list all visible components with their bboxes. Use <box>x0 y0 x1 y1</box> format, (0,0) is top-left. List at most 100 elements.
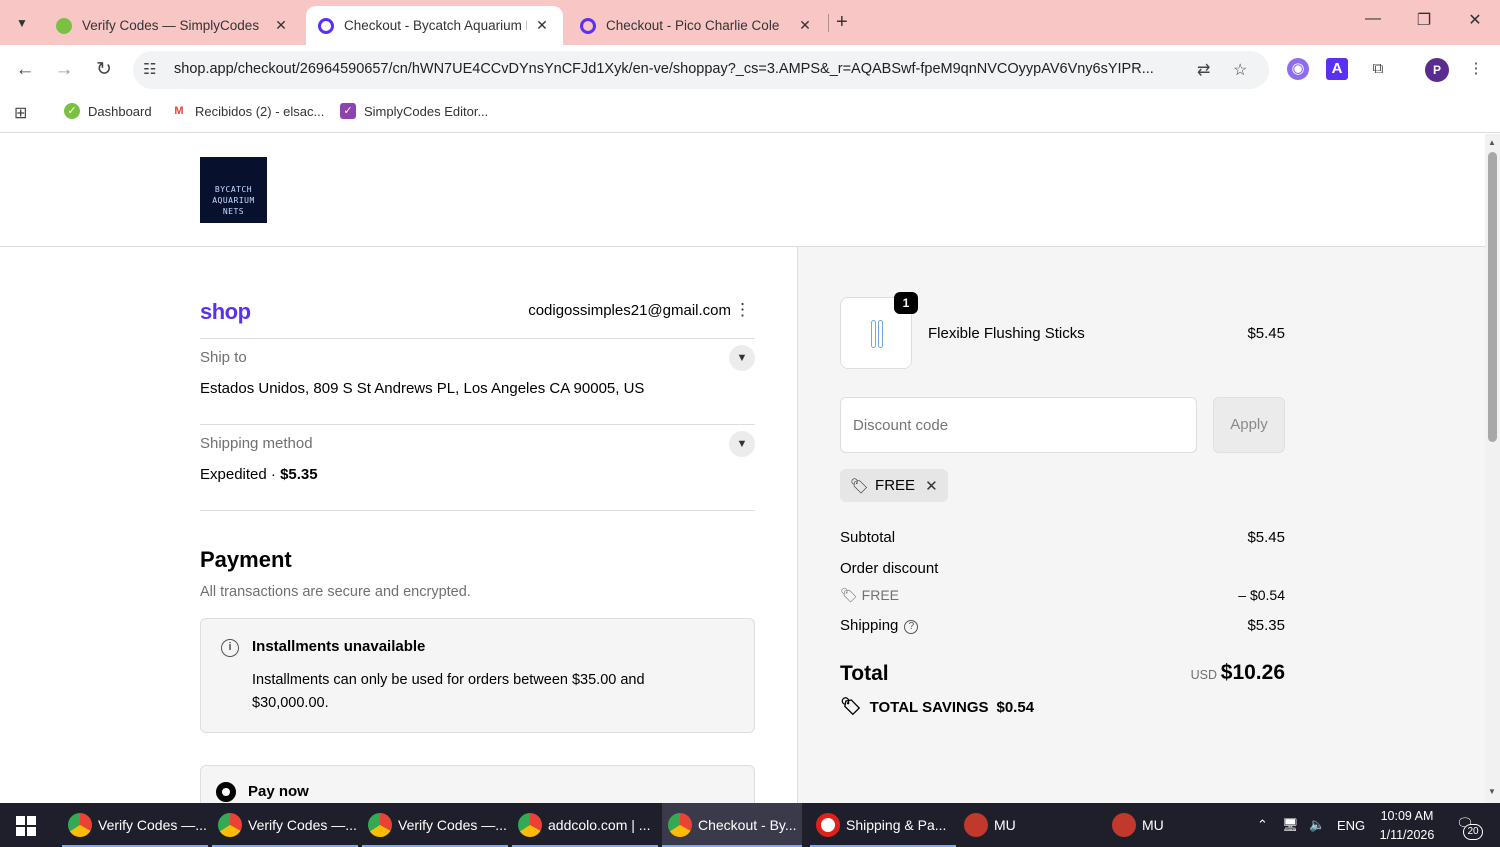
flushing-stick-image <box>878 320 883 348</box>
bookmark-dashboard[interactable]: ✓ Dashboard <box>64 103 152 119</box>
discount-code-name: FREE <box>861 587 900 603</box>
restore-icon[interactable]: ❐ <box>1409 10 1439 30</box>
simplycodes-editor-icon: ✓ <box>340 103 356 119</box>
product-price: $5.45 <box>1247 325 1285 342</box>
minimize-icon[interactable]: — <box>1358 10 1388 28</box>
shipping-method-value: Expedited · $5.35 <box>200 466 318 483</box>
bookmark-simplycodes-editor[interactable]: ✓ SimplyCodes Editor... <box>340 103 488 119</box>
bookmark-gmail[interactable]: M Recibidos (2) - elsac... <box>171 103 324 119</box>
pay-now-radio[interactable] <box>216 782 236 802</box>
store-logo[interactable]: BYCATCH AQUARIUM NETS <box>200 157 267 223</box>
new-tab-button[interactable]: + <box>836 11 848 34</box>
bookmark-star-icon[interactable]: ☆ <box>1233 60 1247 80</box>
show-hidden-icons-icon[interactable]: ⌃ <box>1257 803 1268 847</box>
scrollbar-thumb[interactable] <box>1488 152 1497 442</box>
shipping-value: $5.35 <box>1247 617 1285 634</box>
close-tab-icon[interactable]: ✕ <box>272 17 290 34</box>
apps-grid-icon[interactable]: ⊞ <box>14 103 27 123</box>
shipping-row: Shipping? $5.35 <box>840 617 1285 634</box>
taskbar-item[interactable]: MU <box>1106 803 1252 847</box>
chrome-icon <box>668 813 692 837</box>
windows-taskbar: Verify Codes —... Verify Codes —... Veri… <box>0 803 1500 847</box>
scroll-down-icon[interactable]: ▼ <box>1488 787 1496 796</box>
taskbar-item[interactable]: Shipping & Pa... <box>810 803 956 847</box>
tab-title: Checkout - Bycatch Aquarium N <box>344 18 527 33</box>
discount-code-row: 🏷 FREE – $0.54 <box>840 587 1285 604</box>
system-clock[interactable]: 10:09 AM 1/11/2026 <box>1368 807 1446 845</box>
remove-discount-icon[interactable]: ✕ <box>925 477 938 495</box>
shop-pay-logo: shop <box>200 299 251 324</box>
network-icon[interactable]: 🖥 <box>1282 803 1299 847</box>
chevron-down-icon[interactable]: ▼ <box>729 431 755 457</box>
language-indicator[interactable]: ENG <box>1337 803 1365 847</box>
ship-to-address: Estados Unidos, 809 S St Andrews PL, Los… <box>200 380 645 397</box>
reload-icon[interactable]: ↻ <box>91 57 117 83</box>
tag-icon: 🏷 <box>840 587 858 603</box>
volume-icon[interactable]: 🔈 <box>1309 803 1325 847</box>
account-menu-icon[interactable]: ⋮ <box>734 300 751 320</box>
browser-menu-icon[interactable]: ⋮ <box>1465 58 1487 80</box>
help-icon[interactable]: ? <box>904 620 919 634</box>
translate-icon[interactable]: ⇄ <box>1197 60 1210 80</box>
extensions-puzzle-icon[interactable]: ⧉ <box>1367 58 1389 80</box>
pay-now-option[interactable]: Pay now <box>200 765 755 803</box>
logo-line: NETS <box>222 207 245 216</box>
scroll-up-icon[interactable]: ▲ <box>1488 138 1496 147</box>
total-currency: USD <box>1190 668 1217 682</box>
close-tab-icon[interactable]: ✕ <box>533 17 551 34</box>
checkout-page: BYCATCH AQUARIUM NETS shop codigossimple… <box>0 134 1485 803</box>
total-value: $10.26 <box>1220 661 1285 684</box>
clock-date: 1/11/2026 <box>1379 828 1435 842</box>
taskbar-item[interactable]: MU <box>958 803 1104 847</box>
close-tab-icon[interactable]: ✕ <box>796 17 814 34</box>
taskbar-item[interactable]: addcolo.com | ... <box>512 803 658 847</box>
mu-app-icon <box>1112 813 1136 837</box>
tag-icon: 🏷 <box>840 697 862 716</box>
subtotal-label: Subtotal <box>840 529 896 546</box>
separator-dot: · <box>266 466 281 483</box>
payment-subtitle: All transactions are secure and encrypte… <box>200 584 471 600</box>
tab-checkout-bycatch[interactable]: Checkout - Bycatch Aquarium N ✕ <box>306 6 563 45</box>
site-settings-icon[interactable]: ☷ <box>143 60 156 78</box>
profile-avatar[interactable]: P <box>1425 58 1449 82</box>
tab-title: Checkout - Pico Charlie Cole <box>606 18 780 33</box>
taskbar-item-active[interactable]: Checkout - By... <box>662 803 802 847</box>
shipping-method-label: Shipping method <box>200 435 313 452</box>
forward-icon[interactable]: → <box>51 57 77 83</box>
chevron-down-icon[interactable]: ▼ <box>729 345 755 371</box>
flushing-stick-image <box>871 320 876 348</box>
installments-title: Installments unavailable <box>252 638 426 655</box>
tab-search-button[interactable]: ▼ <box>8 9 36 37</box>
installments-text: Installments can only be used for orders… <box>252 672 645 711</box>
taskbar-item[interactable]: Verify Codes —... <box>212 803 358 847</box>
bookmark-label: Recibidos (2) - elsac... <box>195 103 325 119</box>
shop-favicon-icon <box>580 17 596 34</box>
taskbar-item[interactable]: Verify Codes —... <box>362 803 508 847</box>
close-window-icon[interactable]: ✕ <box>1460 10 1490 30</box>
windows-start-icon[interactable] <box>16 816 36 836</box>
font-extension-icon[interactable]: A <box>1326 58 1348 80</box>
discount-code-input[interactable] <box>840 397 1197 453</box>
subtotal-value: $5.45 <box>1247 529 1285 546</box>
shop-favicon-icon <box>318 17 334 34</box>
chrome-icon <box>368 813 392 837</box>
chrome-icon <box>518 813 542 837</box>
apply-button[interactable]: Apply <box>1213 397 1285 453</box>
url-text[interactable]: shop.app/checkout/26964590657/cn/hWN7UE4… <box>174 61 1189 77</box>
page-scrollbar[interactable]: ▲ ▼ <box>1485 134 1500 803</box>
tab-checkout-pico[interactable]: Checkout - Pico Charlie Cole ✕ <box>568 6 826 45</box>
address-bar[interactable]: ☷ shop.app/checkout/26964590657/cn/hWN7U… <box>133 51 1269 89</box>
clock-time: 10:09 AM <box>1380 809 1434 823</box>
shipping-method-section[interactable]: Shipping method ▼ Expedited · $5.35 <box>200 425 755 511</box>
taskbar-label: Verify Codes —... <box>248 817 357 833</box>
total-savings: 🏷 TOTAL SAVINGS $0.54 <box>840 697 1034 717</box>
tab-verify-codes[interactable]: Verify Codes — SimplyCodes ✕ <box>44 6 302 45</box>
order-discount-row: Order discount <box>840 560 1285 577</box>
savings-value: $0.54 <box>996 698 1035 716</box>
taskbar-label: Checkout - By... <box>698 817 797 833</box>
quantity-badge: 1 <box>894 292 918 314</box>
ship-to-section[interactable]: Ship to ▼ Estados Unidos, 809 S St Andre… <box>200 339 755 425</box>
taskbar-item[interactable]: Verify Codes —... <box>62 803 208 847</box>
back-icon[interactable]: ← <box>12 57 38 83</box>
extension-icon[interactable]: ◉ <box>1287 58 1309 80</box>
